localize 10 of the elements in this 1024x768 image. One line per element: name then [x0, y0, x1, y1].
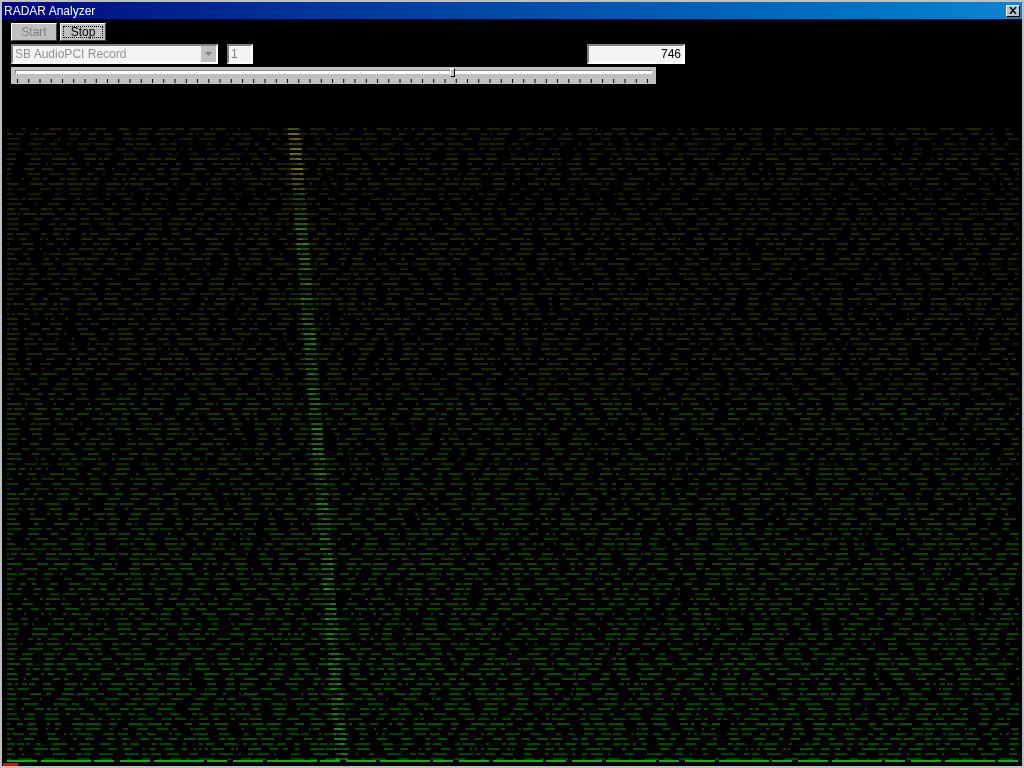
close-button[interactable]: [1006, 4, 1020, 17]
readout-field[interactable]: 746: [587, 44, 685, 64]
window-title: RADAR Analyzer: [4, 4, 96, 17]
slider-thumb[interactable]: [450, 68, 456, 77]
tick-marks-icon: [17, 79, 649, 83]
toolbar-button[interactable]: Stop: [60, 23, 106, 41]
status-marker: [3, 763, 18, 766]
close-icon: [1009, 7, 1017, 14]
slider[interactable]: [11, 67, 656, 84]
channel-field[interactable]: 1: [227, 44, 253, 64]
